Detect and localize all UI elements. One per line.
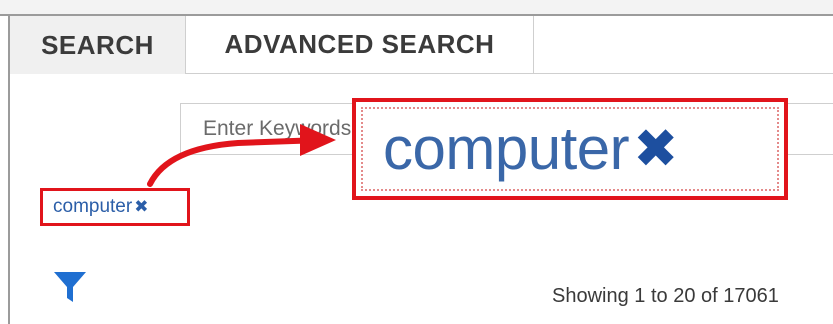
results-count-text: Showing 1 to 20 of 17061 — [552, 285, 779, 307]
keyword-token[interactable]: computer ✖ — [40, 188, 190, 226]
filter-icon[interactable] — [52, 268, 88, 306]
keyword-token-label: computer — [53, 196, 133, 217]
keyword-token-magnified-label: computer — [383, 115, 630, 182]
keyword-token-magnified-inner: computer ✖ — [361, 107, 779, 191]
keyword-token-magnified: computer ✖ — [352, 98, 788, 200]
close-icon: ✖ — [633, 119, 679, 179]
close-icon[interactable]: ✖ — [134, 197, 148, 217]
